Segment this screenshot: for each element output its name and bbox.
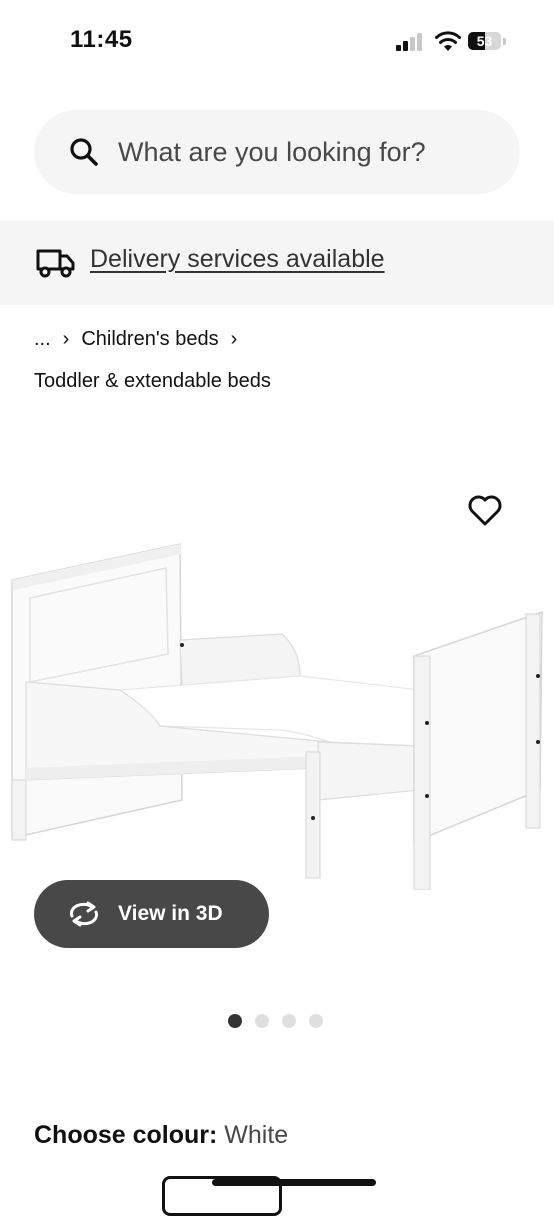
colour-selector: Choose colour: White [34, 1121, 288, 1150]
breadcrumb-separator-icon: › [230, 328, 238, 350]
battery-tip [503, 38, 506, 45]
battery-icon: 53 [468, 32, 501, 50]
search-bar[interactable] [34, 110, 520, 194]
breadcrumb-row: ... › Children's beds › [34, 328, 249, 351]
breadcrumb-item-toddler-beds[interactable]: Toddler & extendable beds [34, 370, 271, 392]
rotate-3d-icon [69, 901, 99, 927]
delivery-services-link[interactable]: Delivery services available [90, 245, 385, 274]
view-in-3d-button[interactable]: View in 3D [34, 880, 269, 948]
view-in-3d-label: View in 3D [118, 902, 223, 925]
colour-label: Choose colour: [34, 1121, 218, 1149]
status-time: 11:45 [70, 26, 133, 53]
carousel-dot[interactable] [255, 1014, 269, 1028]
product-image[interactable] [0, 470, 554, 890]
carousel-dot[interactable] [282, 1014, 296, 1028]
home-indicator [212, 1179, 376, 1186]
cellular-signal-icon [396, 33, 422, 51]
breadcrumb-ellipsis[interactable]: ... [34, 328, 51, 350]
search-input[interactable] [118, 128, 498, 176]
truck-icon [36, 249, 75, 278]
heart-outline-icon[interactable] [466, 492, 504, 528]
breadcrumb-row: Toddler & extendable beds [34, 370, 271, 393]
wifi-icon [435, 31, 461, 51]
carousel-dot[interactable] [228, 1014, 242, 1028]
search-icon [70, 138, 98, 166]
status-bar: 11:45 53 [0, 0, 554, 84]
delivery-banner[interactable]: Delivery services available [0, 221, 554, 305]
battery-level: 53 [476, 33, 493, 49]
battery-indicator: 53 [468, 32, 508, 52]
breadcrumb-separator-icon: › [62, 328, 70, 350]
breadcrumb-item-childrens-beds[interactable]: Children's beds [81, 328, 218, 350]
colour-value: White [224, 1121, 289, 1149]
carousel-dot[interactable] [309, 1014, 323, 1028]
